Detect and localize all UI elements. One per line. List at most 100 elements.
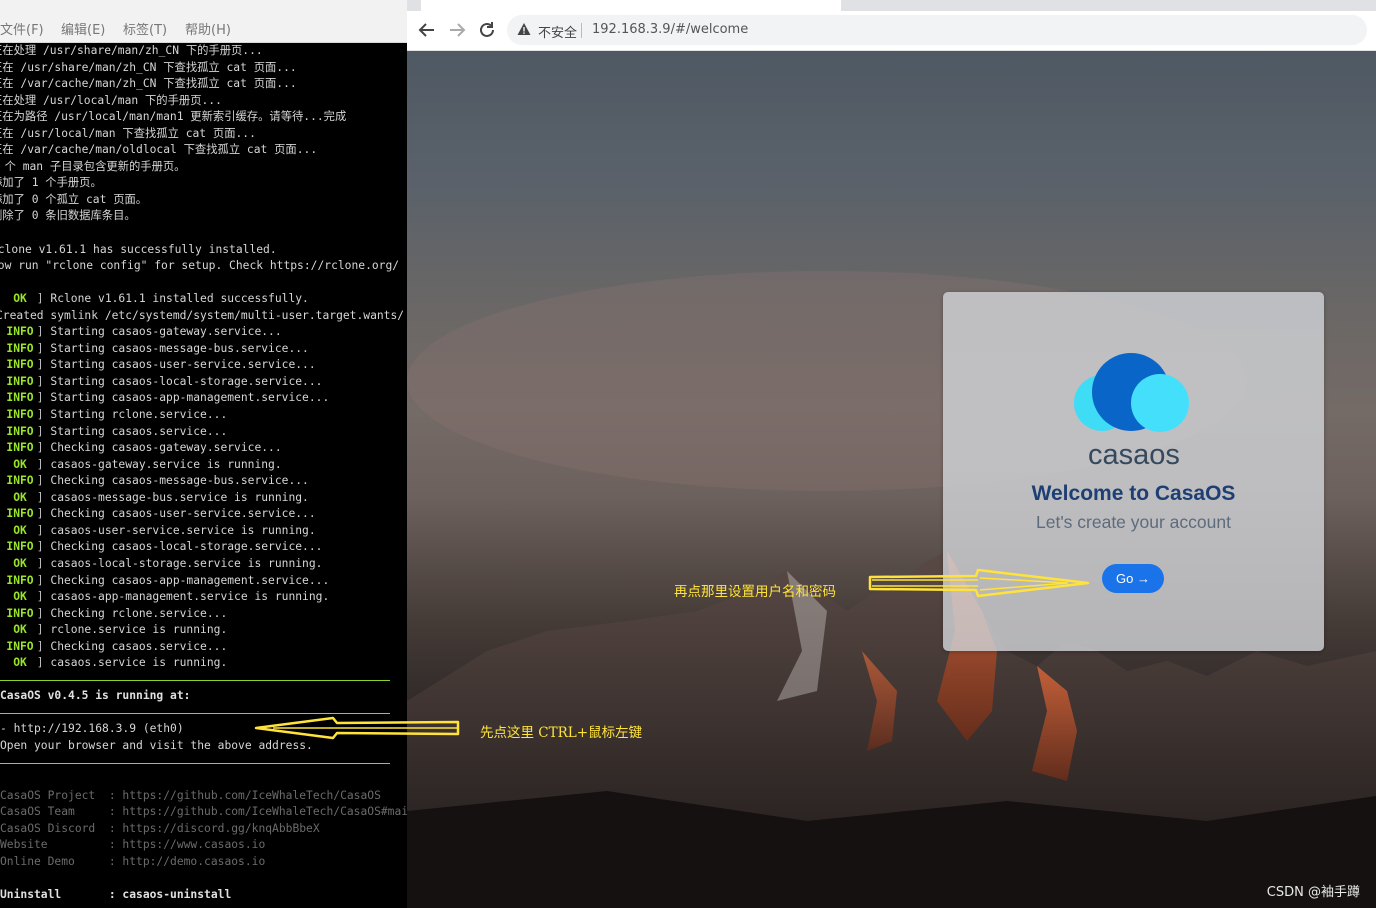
- status-line: INFO ] Checking rclone.service...: [0, 606, 403, 623]
- bracket: ]: [30, 341, 51, 355]
- status-line: INFO ] Starting casaos-message-bus.servi…: [0, 341, 403, 358]
- address-bar[interactable]: 不安全 192.168.3.9/#/welcome: [507, 15, 1367, 45]
- status-line: OK ] casaos-user-service.service is runn…: [0, 523, 403, 540]
- status-text: casaos.service is running.: [50, 656, 228, 670]
- watermark: CSDN @袖手蹲: [1266, 885, 1360, 900]
- bracket: ]: [30, 374, 51, 388]
- bracket: ]: [30, 623, 51, 637]
- bracket: ]: [30, 490, 51, 504]
- status-text: Rclone v1.61.1 installed successfully.: [50, 292, 309, 306]
- url-divider: [581, 23, 582, 38]
- bracket: ]: [30, 358, 51, 372]
- bracket: ]: [30, 556, 51, 570]
- status-line: INFO ] Checking casaos.service...: [0, 639, 403, 656]
- status-line: INFO ] Starting casaos-user-service.serv…: [0, 357, 403, 374]
- terminal-output: 正在处理 /usr/share/man/zh_CN 下的手册页... 正在 /u…: [0, 43, 407, 903]
- annotation-arrow-right-icon: [868, 568, 1090, 598]
- status-line: INFO ] Starting casaos-app-management.se…: [0, 390, 403, 407]
- tab-strip: [407, 0, 1376, 11]
- status-text: Checking casaos-message-bus.service...: [50, 474, 309, 488]
- status-text: casaos-app-management.service is running…: [50, 590, 330, 604]
- url-text[interactable]: 192.168.3.9/#/welcome: [592, 22, 748, 37]
- status-line: OK ] casaos-gateway.service is running.: [0, 457, 403, 474]
- status-line: INFO ] Checking casaos-local-storage.ser…: [0, 539, 403, 556]
- menu-file[interactable]: 文件(F): [0, 19, 44, 38]
- forward-arrow-icon[interactable]: [445, 18, 469, 42]
- status-line: INFO ] Checking casaos-app-management.se…: [0, 573, 403, 590]
- status-text: Checking casaos.service...: [50, 639, 228, 653]
- bracket: ]: [30, 573, 51, 587]
- bracket: ]: [30, 540, 51, 554]
- status-line: OK ] casaos-message-bus.service is runni…: [0, 490, 403, 507]
- logo-wordmark: casaos: [1088, 439, 1180, 471]
- reload-icon[interactable]: [475, 18, 499, 42]
- browser-toolbar: 不安全 192.168.3.9/#/welcome: [407, 11, 1376, 51]
- log-line: 删除了 0 条旧数据库条目。: [0, 209, 136, 223]
- status-line: OK ] Rclone v1.61.1 installed successful…: [0, 291, 403, 308]
- status-line: INFO ] Starting rclone.service...: [0, 407, 403, 424]
- log-line: 正在 /var/cache/man/oldlocal 下查找孤立 cat 页面.…: [0, 143, 318, 157]
- status-text: Starting rclone.service...: [50, 408, 228, 422]
- bracket: ]: [30, 441, 51, 455]
- status-text: Checking casaos-local-storage.service...: [50, 540, 323, 554]
- bracket: ]: [30, 606, 51, 620]
- bracket: ]: [30, 325, 51, 339]
- status-text: Starting casaos.service...: [50, 424, 228, 438]
- separator-line: [0, 713, 390, 714]
- status-line: INFO ] Checking casaos-message-bus.servi…: [0, 473, 403, 490]
- casaos-logo: casaos: [1074, 353, 1189, 471]
- status-text: Starting casaos-user-service.service...: [50, 358, 316, 372]
- welcome-subtitle: Let's create your account: [1036, 512, 1231, 532]
- log-line: 添加了 1 个手册页。: [0, 176, 102, 190]
- log-line: Now run "rclone config" for setup. Check…: [0, 259, 398, 273]
- status-text: Starting casaos-local-storage.service...: [50, 374, 323, 388]
- bracket: ]: [30, 474, 51, 488]
- menu-edit[interactable]: 编辑(E): [61, 19, 105, 38]
- bracket: ]: [30, 656, 51, 670]
- browser-tab[interactable]: [421, 0, 841, 11]
- status-line: Created symlink /etc/systemd/system/mult…: [0, 308, 403, 325]
- open-browser-line: Open your browser and visit the above ad…: [0, 738, 313, 752]
- separator-line: [0, 763, 390, 764]
- welcome-title: Welcome to CasaOS: [1031, 482, 1236, 505]
- terminal-menubar: 文件(F) 编辑(E) 标签(T) 帮助(H): [0, 0, 407, 43]
- menu-help[interactable]: 帮助(H): [185, 19, 231, 38]
- log-line: 正在处理 /usr/local/man 下的手册页...: [0, 93, 222, 107]
- log-line: 添加了 0 个孤立 cat 页面。: [0, 192, 148, 206]
- link-line: Website : https://www.casaos.io: [0, 838, 266, 852]
- status-text: casaos-gateway.service is running.: [50, 457, 282, 471]
- link-line: CasaOS Project : https://github.com/IceW…: [0, 788, 381, 802]
- annotation-left-note: 先点这里 CTRL+鼠标左键: [480, 725, 643, 741]
- menu-tabs[interactable]: 标签(T): [123, 19, 167, 38]
- status-line: INFO ] Checking casaos-gateway.service..…: [0, 440, 403, 457]
- bracket: ]: [30, 408, 51, 422]
- link-line: CasaOS Discord : https://discord.gg/knqA…: [0, 821, 320, 835]
- link-line: Online Demo : http://demo.casaos.io: [0, 854, 266, 868]
- back-arrow-icon[interactable]: [415, 18, 439, 42]
- bracket: ]: [30, 391, 51, 405]
- status-text: Checking casaos-app-management.service..…: [50, 573, 330, 587]
- annotation-right-note: 再点那里设置用户名和密码: [674, 584, 836, 600]
- bracket: ]: [30, 590, 51, 604]
- log-line: 正在 /usr/share/man/zh_CN 下查找孤立 cat 页面...: [0, 60, 297, 74]
- status-line: OK ] casaos-app-management.service is ru…: [0, 589, 403, 606]
- bracket: ]: [30, 457, 51, 471]
- warning-triangle-icon[interactable]: [517, 22, 531, 36]
- bracket: ]: [30, 639, 51, 653]
- bracket: ]: [30, 292, 51, 306]
- status-line: OK ] casaos-local-storage.service is run…: [0, 556, 403, 573]
- status-line: INFO ] Starting casaos-local-storage.ser…: [0, 374, 403, 391]
- go-button[interactable]: Go →: [1102, 564, 1164, 593]
- status-line: INFO ] Starting casaos-gateway.service..…: [0, 324, 403, 341]
- insecure-label[interactable]: 不安全: [538, 22, 577, 41]
- status-line: OK ] rclone.service is running.: [0, 622, 403, 639]
- status-text: rclone.service is running.: [50, 623, 228, 637]
- bracket: ]: [30, 424, 51, 438]
- page-viewport: casaos Welcome to CasaOS Let's create yo…: [407, 51, 1376, 908]
- status-line: OK ] casaos.service is running.: [0, 655, 403, 672]
- log-line: rclone v1.61.1 has successfully installe…: [0, 242, 277, 256]
- terminal-window: 文件(F) 编辑(E) 标签(T) 帮助(H) 正在处理 /usr/share/…: [0, 0, 407, 908]
